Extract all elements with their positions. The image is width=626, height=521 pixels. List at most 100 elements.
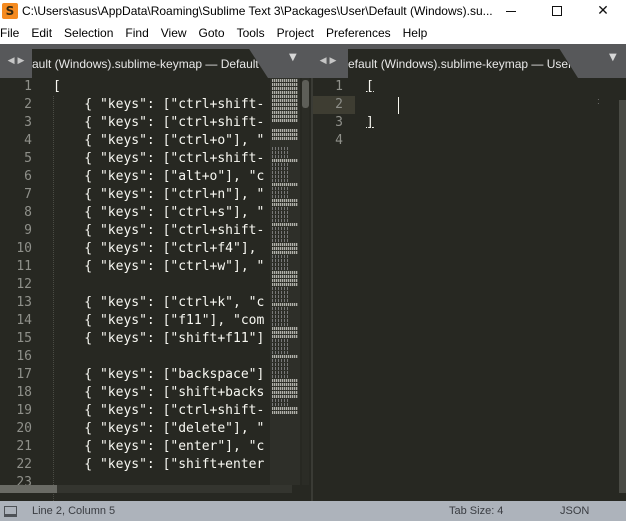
minimap-line [272,87,298,90]
line-number: 19 [16,403,32,418]
tab-prev-icon[interactable]: ◀ [8,56,15,66]
minimap-line [272,323,290,326]
code-line[interactable]: 15 { "keys": ["shift+f11"] [0,330,311,348]
vertical-scrollbar[interactable] [302,78,309,485]
menu-help[interactable]: Help [397,26,434,40]
close-icon: ✕ [597,3,609,19]
minimap-line [272,115,298,118]
menu-goto[interactable]: Goto [193,26,231,40]
line-number: 14 [16,313,32,328]
line-text: { "keys": ["backspace"] [53,367,265,382]
code-line[interactable]: 11 { "keys": ["ctrl+w"], " [0,258,311,276]
code-area[interactable]: 1[2 { "keys": ["ctrl+shift- 3 { "keys": [… [0,78,311,492]
horizontal-scrollbar-thumb[interactable] [0,485,57,493]
minimap-line [272,211,290,214]
minimap-line [272,235,290,238]
menu-file[interactable]: File [0,26,25,40]
line-text: { "keys": ["f11"], "com [53,313,265,328]
code-line[interactable]: 18 { "keys": ["shift+backs [0,384,311,402]
minimize-button[interactable] [488,0,534,22]
minimap-line [272,315,290,318]
code-line[interactable]: 2 { "keys": ["ctrl+shift- [0,96,311,114]
menu-find[interactable]: Find [119,26,154,40]
minimap-line [272,411,298,414]
panel-toggle-icon[interactable] [4,505,17,517]
line-number: 16 [16,349,32,364]
line-number: 8 [24,205,32,220]
code-line[interactable]: 2 [313,96,626,114]
code-line[interactable]: 5 { "keys": ["ctrl+shift- [0,150,311,168]
editor-pane-user[interactable]: 1[2 3] 4 · · [313,78,626,501]
code-line[interactable]: 8 { "keys": ["ctrl+s"], " [0,204,311,222]
tab-label: ault (Windows).sublime-keymap — Default [32,56,259,71]
tab-bar-left: ◀ ▶ ault (Windows).sublime-keymap — Defa… [0,44,312,78]
minimap[interactable] [270,78,300,485]
minimap-line [270,123,300,128]
tab-navigation: ◀ ▶ [0,44,32,78]
code-line[interactable]: 20 { "keys": ["delete"], " [0,420,311,438]
tab-prev-icon[interactable]: ◀ [320,56,327,66]
horizontal-scrollbar[interactable] [0,485,292,493]
tab-default-keymap[interactable]: ault (Windows).sublime-keymap — Default … [32,49,268,78]
line-number: 12 [16,277,32,292]
line-number: 7 [24,187,32,202]
line-text: { "keys": ["shift+f11"] [53,331,265,346]
code-line[interactable]: 16 [0,348,311,366]
code-line[interactable]: 3 { "keys": ["ctrl+shift- [0,114,311,132]
code-area[interactable]: 1[2 3] 4 [313,78,626,150]
minimap-line [272,403,290,406]
menu-edit[interactable]: Edit [25,26,58,40]
maximize-button[interactable] [534,0,580,22]
line-number: 15 [16,331,32,346]
menu-preferences[interactable]: Preferences [320,26,397,40]
line-number: 1 [24,79,32,94]
vertical-scrollbar[interactable] [619,100,626,493]
tab-user-keymap[interactable]: efault (Windows).sublime-keymap — User × [348,49,578,78]
code-line[interactable]: 22 { "keys": ["shift+enter [0,456,311,474]
code-line[interactable]: 4 { "keys": ["ctrl+o"], " [0,132,311,150]
code-line[interactable]: 9 { "keys": ["ctrl+shift- [0,222,311,240]
editor-pane-default[interactable]: 1[2 { "keys": ["ctrl+shift- 3 { "keys": [… [0,78,311,501]
tab-list-dropdown-icon[interactable]: ▼ [289,52,297,63]
minimap-line [272,331,298,334]
tab-next-icon[interactable]: ▶ [18,56,25,66]
code-line[interactable]: 14 { "keys": ["f11"], "com [0,312,311,330]
menu-project[interactable]: Project [271,26,320,40]
minimap-line [272,271,298,274]
line-text: { "keys": ["enter"], "c [53,439,265,454]
vertical-scrollbar-thumb[interactable] [302,80,309,108]
code-line[interactable]: 4 [313,132,626,150]
tab-list-dropdown-icon[interactable]: ▼ [609,52,617,63]
code-line[interactable]: 1[ [0,78,311,96]
text-cursor [398,97,399,114]
code-line[interactable]: 6 { "keys": ["alt+o"], "c [0,168,311,186]
close-button[interactable]: ✕ [580,0,626,22]
code-line[interactable]: 17 { "keys": ["backspace"] [0,366,311,384]
code-line[interactable]: 10 { "keys": ["ctrl+f4"], [0,240,311,258]
menu-view[interactable]: View [155,26,193,40]
menu-tools[interactable]: Tools [231,26,271,40]
minimap-line [272,231,290,234]
minimap-line [272,207,290,210]
minimap-line [272,355,298,358]
line-text: { "keys": ["ctrl+f4"], [53,241,265,256]
code-line[interactable]: 19 { "keys": ["ctrl+shift- [0,402,311,420]
minimap-line [272,263,290,266]
syntax-indicator[interactable]: JSON [560,505,589,517]
line-text: { "keys": ["ctrl+shift- [53,403,265,418]
code-line[interactable]: 3] [313,114,626,132]
minimap-line [272,243,298,246]
code-line[interactable]: 21 { "keys": ["enter"], "c [0,438,311,456]
status-bar: Line 2, Column 5 Tab Size: 4 JSON [0,501,626,521]
line-number: 10 [16,241,32,256]
code-line[interactable]: 12 [0,276,311,294]
minimap-line [272,107,298,110]
menu-selection[interactable]: Selection [58,26,119,40]
code-line[interactable]: 1[ [313,78,626,96]
code-line[interactable]: 13 { "keys": ["ctrl+k", "c [0,294,311,312]
line-number: 18 [16,385,32,400]
tab-size-indicator[interactable]: Tab Size: 4 [449,505,503,517]
code-line[interactable]: 7 { "keys": ["ctrl+n"], " [0,186,311,204]
line-text: { "keys": ["ctrl+w"], " [53,259,265,274]
tab-next-icon[interactable]: ▶ [330,56,337,66]
